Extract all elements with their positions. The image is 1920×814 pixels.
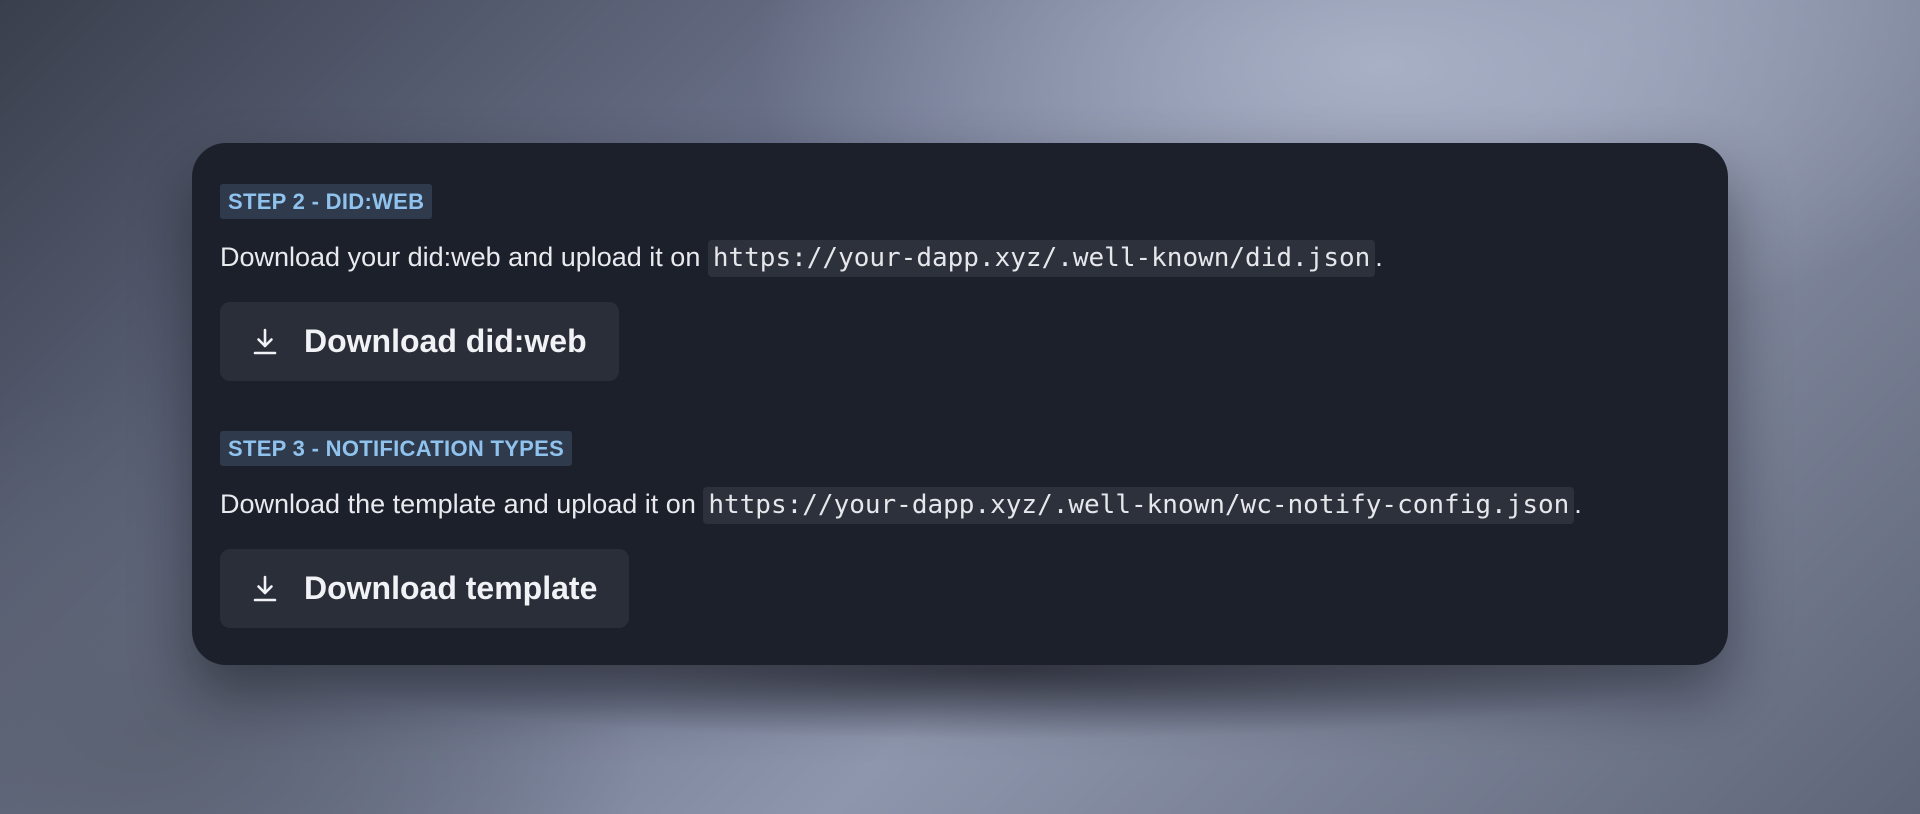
code-url: https://your-dapp.xyz/.well-known/wc-not… (703, 487, 1575, 524)
description-text: Download your did:web and upload it on (220, 242, 708, 272)
button-label: Download template (304, 570, 598, 606)
download-icon (252, 327, 278, 357)
step-did-web: STEP 2 - DID:WEB Download your did:web a… (220, 184, 1700, 381)
code-url: https://your-dapp.xyz/.well-known/did.js… (707, 240, 1376, 277)
step-notification-types: STEP 3 - NOTIFICATION TYPES Download the… (220, 431, 1700, 628)
step-description: Download the template and upload it on h… (220, 482, 1700, 527)
button-label: Download did:web (304, 323, 587, 359)
setup-card: STEP 2 - DID:WEB Download your did:web a… (192, 143, 1728, 665)
description-period: . (1375, 242, 1383, 272)
download-did-web-button[interactable]: Download did:web (220, 302, 619, 381)
description-text: Download the template and upload it on (220, 489, 704, 519)
step-badge: STEP 3 - NOTIFICATION TYPES (220, 431, 573, 466)
description-period: . (1574, 489, 1582, 519)
step-badge: STEP 2 - DID:WEB (220, 184, 433, 219)
step-description: Download your did:web and upload it on h… (220, 235, 1700, 280)
download-template-button[interactable]: Download template (220, 549, 630, 628)
download-icon (252, 574, 278, 604)
